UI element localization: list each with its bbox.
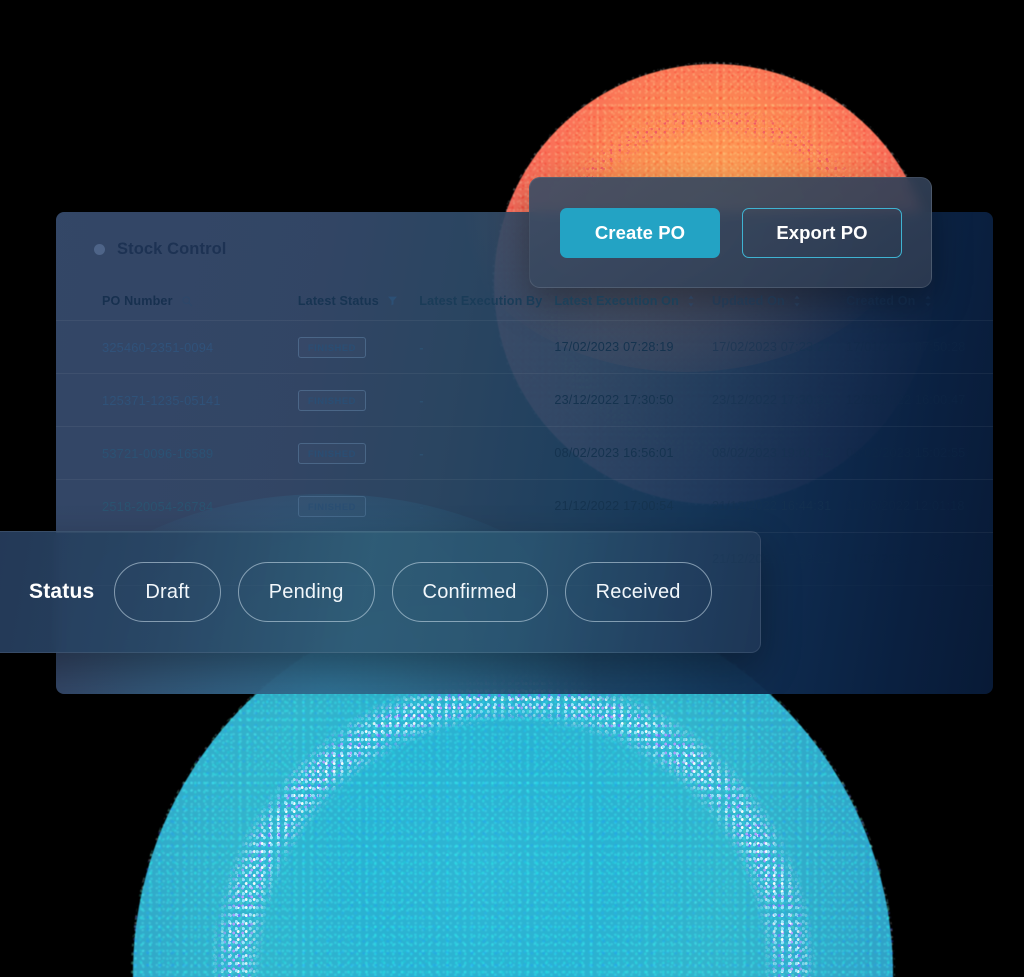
datetime-text: 17/02/2023 07:23:21: [712, 340, 832, 354]
cell-updated-on: 21/12/2022 17:23:21: [712, 552, 846, 566]
po-number-text: 325460-2351-0094: [102, 339, 214, 355]
po-number-text: 53721-0096-16589: [102, 445, 214, 461]
datetime-text: 11/01/2023 07:32:17: [846, 552, 965, 566]
datetime-text: 17/01/2023 07:50:28: [846, 340, 966, 354]
cell-latest-execution-by: -: [419, 499, 554, 514]
po-number-text: 125371-1235-05141: [102, 392, 221, 408]
column-header-po-number[interactable]: PO Number: [102, 294, 298, 308]
cell-created-on: 11/01/2023 07:32:17: [846, 552, 993, 566]
cell-latest-execution-by: -: [419, 446, 554, 461]
datetime-text: 11/08/2022 12:01:18: [846, 499, 965, 513]
po-number-text: 2518-20054-26784: [102, 498, 214, 514]
empty-value: -: [419, 498, 424, 514]
cell-created-on: 17/01/2023 07:50:28: [846, 340, 993, 354]
column-header-updated-on[interactable]: Updated On: [712, 294, 846, 308]
datetime-text: 17/02/2023 07:28:19: [554, 340, 674, 354]
cell-po-number: 2518-20054-26784: [102, 499, 298, 514]
cell-latest-status: FINISHED: [297, 495, 419, 517]
datetime-text: 12/08/2022 16:00:47: [846, 393, 966, 407]
column-header-latest-execution-on[interactable]: Latest Execution On: [554, 294, 712, 308]
sort-icon[interactable]: [687, 295, 695, 307]
cell-latest-execution-by: -: [419, 393, 554, 408]
cell-latest-execution-on: 17/02/2023 07:28:19: [554, 340, 712, 354]
cell-created-on: 12/08/2022 16:00:47: [846, 393, 993, 407]
stock-control-panel: Stock Control PO Number Latest Status La…: [56, 212, 993, 694]
datetime-text: 08/02/2023 19:01:42: [712, 446, 832, 460]
column-label: PO Number: [102, 293, 173, 308]
cell-created-on: 08/02/2023 15:02:55: [846, 446, 993, 460]
datetime-text: 08/02/2023 15:02:55: [846, 446, 966, 460]
cell-updated-on: 08/02/2023 19:01:42: [712, 446, 846, 460]
filter-icon[interactable]: [387, 295, 398, 306]
sort-icon[interactable]: [793, 295, 801, 307]
table-header-row: PO Number Latest Status Latest Execution…: [56, 281, 993, 321]
column-label: Latest Execution By: [419, 293, 543, 308]
table-row[interactable]: 325460-2351-0094 FINISHED - 17/02/2023 0…: [56, 321, 993, 374]
cell-latest-status: FINISHED: [297, 442, 419, 464]
cell-updated-on: 17/02/2023 07:23:21: [712, 340, 846, 354]
datetime-text: 21/12/2022 17:00:54: [554, 499, 674, 513]
empty-value: -: [419, 445, 424, 461]
datetime-text: 21/12/2022 17:23:21: [712, 552, 832, 566]
status-badge: FINISHED: [297, 495, 366, 517]
cell-latest-status: FINISHED: [297, 389, 419, 411]
datetime-text: 21/12/2022 16:44:31: [712, 499, 832, 513]
datetime-text: 23/12/2022 17:30:31: [712, 393, 832, 407]
table-row[interactable]: 2518-20054-26784 FINISHED - 21/12/2022 1…: [56, 480, 993, 533]
status-badge: FINISHED: [297, 389, 366, 411]
column-label: Latest Status: [297, 293, 379, 308]
bullet-dot-icon: [94, 244, 105, 255]
cell-latest-execution-by: -: [419, 340, 554, 355]
cell-po-number: 325460-2351-0094: [102, 340, 298, 355]
cell-updated-on: 21/12/2022 16:44:31: [712, 499, 846, 513]
cell-latest-execution-on: 21/12/2022 17:00:54: [554, 499, 712, 513]
cell-latest-execution-on: 08/02/2023 16:56:01: [554, 446, 712, 460]
status-badge: FINISHED: [297, 442, 366, 464]
cell-updated-on: 23/12/2022 17:30:31: [712, 393, 846, 407]
cell-po-number: 53721-0096-16589: [102, 446, 298, 461]
table-row[interactable]: 21/12/2022 17:23:21 11/01/2023 07:32:17: [56, 533, 993, 586]
page-title: Stock Control: [117, 240, 227, 258]
column-header-created-on[interactable]: Created On: [846, 294, 993, 308]
table-row[interactable]: 125371-1235-05141 FINISHED - 23/12/2022 …: [56, 374, 993, 427]
purchase-order-table: PO Number Latest Status Latest Execution…: [56, 281, 993, 586]
datetime-text: 08/02/2023 16:56:01: [554, 446, 674, 460]
search-icon[interactable]: [181, 295, 193, 307]
table-row[interactable]: 53721-0096-16589 FINISHED - 08/02/2023 1…: [56, 427, 993, 480]
panel-header: Stock Control: [56, 212, 993, 259]
sort-icon[interactable]: [924, 295, 932, 307]
empty-value: -: [419, 392, 424, 408]
empty-value: -: [419, 339, 424, 355]
column-label: Latest Execution On: [554, 293, 679, 308]
cell-po-number: 125371-1235-05141: [102, 393, 298, 408]
column-header-latest-status[interactable]: Latest Status: [298, 294, 419, 308]
cell-latest-execution-on: 23/12/2022 17:30:50: [554, 393, 712, 407]
column-label: Updated On: [712, 293, 785, 308]
cell-created-on: 11/08/2022 12:01:18: [846, 499, 993, 513]
datetime-text: 23/12/2022 17:30:50: [554, 393, 674, 407]
status-badge: FINISHED: [297, 336, 366, 358]
column-header-latest-execution-by[interactable]: Latest Execution By: [419, 294, 554, 308]
cell-latest-status: FINISHED: [297, 336, 419, 358]
column-label: Created On: [846, 293, 916, 308]
app-stage: Stock Control PO Number Latest Status La…: [0, 0, 1024, 977]
